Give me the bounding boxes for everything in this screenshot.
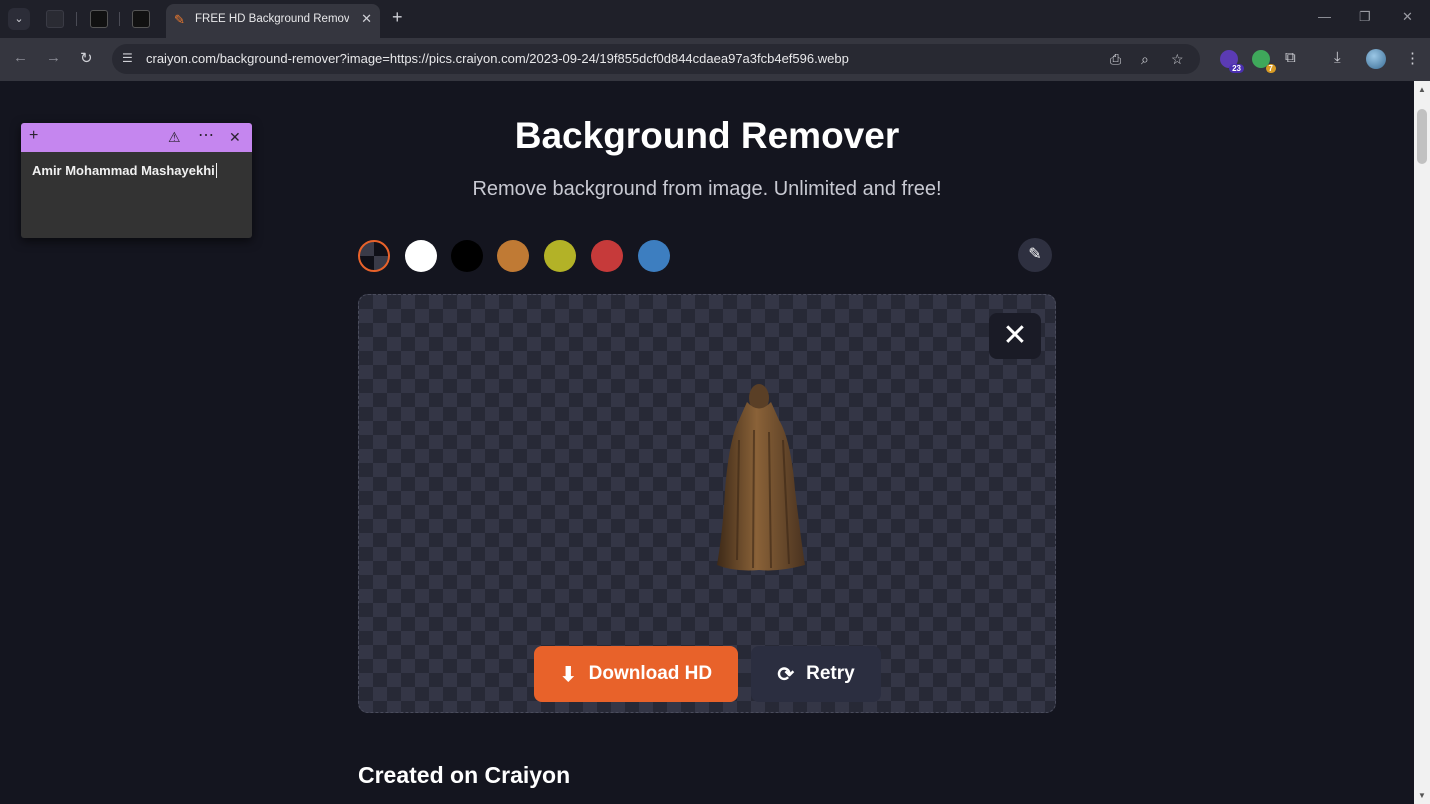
back-arrow-icon[interactable]: ← xyxy=(13,49,28,66)
forward-arrow-icon[interactable]: → xyxy=(46,49,61,66)
swatch-blue[interactable] xyxy=(638,240,670,272)
swatch-yellow[interactable] xyxy=(544,240,576,272)
minimize-icon[interactable]: — xyxy=(1318,9,1331,24)
site-info-icon[interactable]: ☰ xyxy=(122,51,133,65)
extensions-puzzle-icon[interactable]: ⧉ xyxy=(1285,49,1296,66)
swatch-orange[interactable] xyxy=(497,240,529,272)
created-on-heading: Created on Craiyon xyxy=(358,762,571,788)
pinned-tab[interactable] xyxy=(46,10,64,28)
tab-title: FREE HD Background Remover xyxy=(195,13,349,25)
address-bar[interactable]: ☰ craiyon.com/background-remover?image=h… xyxy=(112,44,1200,74)
download-hd-button[interactable]: ⬇ Download HD xyxy=(534,646,738,702)
image-preview-canvas: ✕ ⬇ Download HD ⟳ Retry xyxy=(358,294,1056,713)
warning-icon[interactable]: ⚠ xyxy=(168,129,181,146)
page-scrollbar[interactable]: ▲ ▼ xyxy=(1414,81,1430,804)
scroll-down-icon[interactable]: ▼ xyxy=(1418,791,1426,800)
eyedropper-icon[interactable]: ✎ xyxy=(1018,238,1052,272)
menu-kebab-icon[interactable]: ⋮ xyxy=(1405,49,1420,67)
url-text[interactable]: craiyon.com/background-remover?image=htt… xyxy=(146,51,849,66)
window-close-icon[interactable]: ✕ xyxy=(1402,9,1413,25)
tab-strip: ⌄ ✎ FREE HD Background Remover ✕ + — ❐ ✕ xyxy=(0,0,1430,38)
retry-label: Retry xyxy=(806,663,855,684)
pinned-tab[interactable] xyxy=(90,10,108,28)
refresh-icon: ⟳ xyxy=(777,663,795,686)
retry-button[interactable]: ⟳ Retry xyxy=(751,646,881,702)
extension-icon[interactable]: 7 xyxy=(1252,50,1276,73)
swatch-white[interactable] xyxy=(405,240,437,272)
page-title: Background Remover xyxy=(514,115,900,156)
pencil-favicon-icon: ✎ xyxy=(174,12,185,27)
extension-icon[interactable]: 23 xyxy=(1220,50,1244,73)
new-tab-icon[interactable]: + xyxy=(392,7,403,28)
tab-divider xyxy=(119,12,120,26)
swatch-transparent[interactable] xyxy=(358,240,390,272)
more-options-icon[interactable]: ⋯ xyxy=(198,125,214,145)
download-hd-label: Download HD xyxy=(588,663,713,684)
download-icon[interactable]: ⤓ xyxy=(1334,49,1341,66)
scroll-up-icon[interactable]: ▲ xyxy=(1418,85,1426,94)
note-close-icon[interactable]: ✕ xyxy=(229,129,241,146)
pinned-tab[interactable] xyxy=(132,10,150,28)
extension-badge: 23 xyxy=(1229,64,1244,73)
browser-toolbar: ← → ↻ ☰ craiyon.com/background-remover?i… xyxy=(0,38,1430,81)
sticky-note-header: + ⚠ ⋯ ✕ xyxy=(21,123,252,152)
reload-icon[interactable]: ↻ xyxy=(80,49,93,67)
page-subtitle: Remove background from image. Unlimited … xyxy=(472,178,942,200)
zoom-icon[interactable]: ⌕ xyxy=(1141,51,1149,68)
active-tab[interactable]: ✎ FREE HD Background Remover ✕ xyxy=(166,4,380,38)
scrollbar-thumb[interactable] xyxy=(1417,109,1427,164)
tab-divider xyxy=(76,12,77,26)
extension-badge: 7 xyxy=(1265,64,1276,73)
swatch-red[interactable] xyxy=(591,240,623,272)
swatch-black[interactable] xyxy=(451,240,483,272)
tab-search-chevron-icon[interactable]: ⌄ xyxy=(8,8,30,30)
sticky-note-text[interactable]: Amir Mohammad Mashayekhi xyxy=(32,163,217,178)
download-image-icon: ⬇ xyxy=(559,663,577,686)
sticky-note[interactable]: + ⚠ ⋯ ✕ Amir Mohammad Mashayekhi xyxy=(21,123,252,238)
restore-icon[interactable]: ❐ xyxy=(1359,9,1371,25)
install-app-icon[interactable]: ⎙ xyxy=(1110,51,1121,68)
close-image-icon[interactable]: ✕ xyxy=(989,313,1041,359)
cloaked-figure-image xyxy=(717,384,805,571)
add-note-icon[interactable]: + xyxy=(29,127,38,145)
tab-close-icon[interactable]: ✕ xyxy=(361,11,372,27)
profile-avatar[interactable] xyxy=(1366,49,1386,69)
bookmark-star-icon[interactable]: ☆ xyxy=(1171,51,1184,68)
